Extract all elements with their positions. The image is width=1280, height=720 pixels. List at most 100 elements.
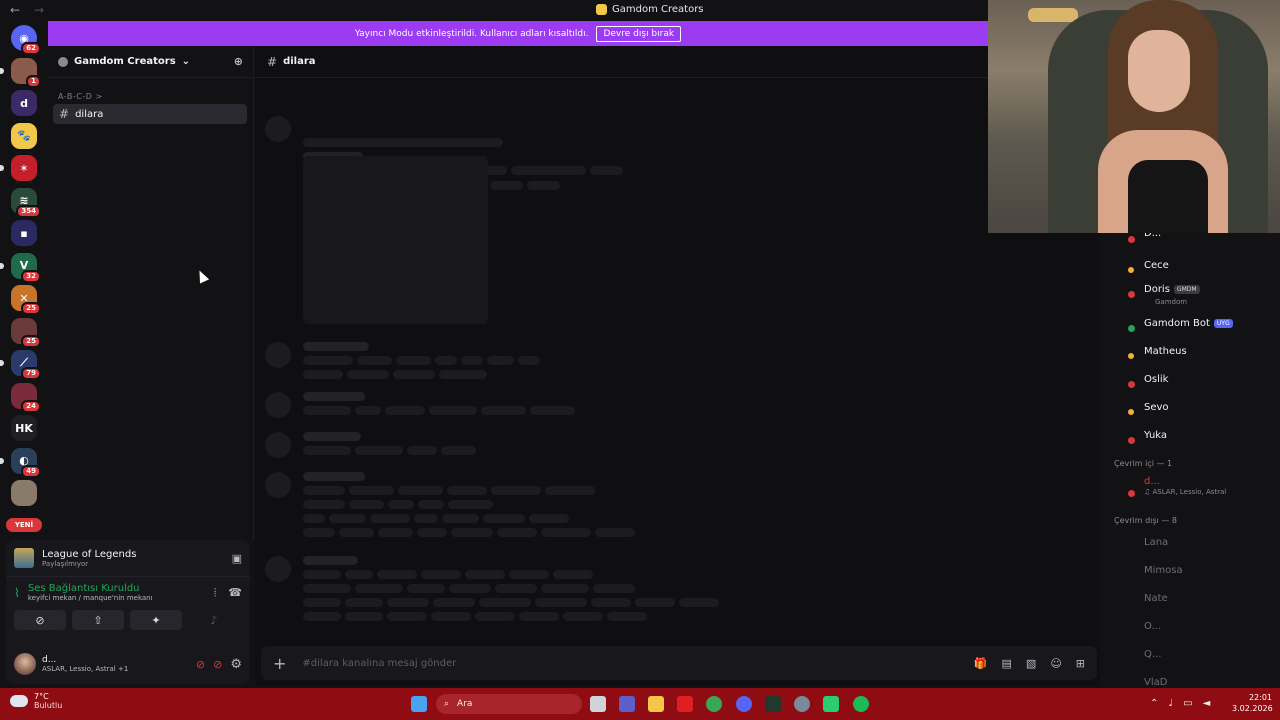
- file-explorer-icon[interactable]: [648, 696, 664, 712]
- discord-home-icon[interactable]: ◉ 62: [11, 25, 41, 55]
- hash-icon: #: [267, 54, 278, 69]
- activities-button[interactable]: ✦: [130, 610, 182, 630]
- chevron-up-icon[interactable]: ⌃: [1150, 698, 1158, 709]
- member-offline[interactable]: VlaD: [1144, 677, 1167, 688]
- back-arrow-icon[interactable]: ←: [10, 3, 20, 17]
- volume-icon[interactable]: ◄: [1203, 698, 1211, 709]
- taskbar-search[interactable]: ⌕ Ara: [436, 694, 582, 714]
- avatar[interactable]: [14, 653, 36, 675]
- mention-badge: 1: [26, 74, 41, 88]
- cloud-icon: [10, 695, 28, 707]
- deafened-icon[interactable]: ⊘: [213, 658, 222, 671]
- discord-taskbar-icon[interactable]: [736, 696, 752, 712]
- server-cross-icon[interactable]: ✕ 25: [11, 285, 41, 315]
- settings-gear-icon[interactable]: ⚙: [230, 657, 242, 672]
- server-avatar-3-icon[interactable]: 24: [11, 382, 41, 413]
- skeleton-line: [475, 612, 515, 621]
- microphone-icon[interactable]: ♩: [1168, 698, 1173, 709]
- guild-header[interactable]: Gamdom Creators ⌄ ⊕: [48, 46, 253, 78]
- gift-icon[interactable]: 🎁: [974, 657, 988, 670]
- skeleton-line: [451, 528, 493, 537]
- start-windows-icon[interactable]: [411, 696, 427, 712]
- teams-icon[interactable]: [619, 696, 635, 712]
- mention-badge: 24: [21, 399, 41, 413]
- hash-icon: #: [59, 107, 70, 121]
- member-cece[interactable]: Cece: [1144, 260, 1169, 271]
- clock[interactable]: 22:01 3.02.2026: [1232, 692, 1273, 714]
- temperature: 7°C: [34, 692, 49, 701]
- member-offline[interactable]: Nate: [1144, 593, 1168, 604]
- add-member-icon[interactable]: ⊕: [234, 55, 243, 68]
- channel-item-dilara[interactable]: # dilara: [53, 104, 247, 124]
- voice-status[interactable]: Ses Bağlantısı Kuruldu: [28, 583, 153, 594]
- noise-suppression-icon[interactable]: ⦙: [214, 586, 216, 600]
- server-hk-icon[interactable]: HK: [11, 415, 37, 441]
- member-offline[interactable]: O...: [1144, 621, 1161, 632]
- skeleton-line: [355, 446, 403, 455]
- member-gamdom-bot[interactable]: Gamdom Bot UYG: [1144, 318, 1233, 329]
- skeleton-line: [519, 612, 559, 621]
- apps-icon[interactable]: ⊞: [1076, 657, 1085, 670]
- soundboard-button[interactable]: ♪: [188, 610, 240, 630]
- server-folder-icon[interactable]: ▪: [11, 220, 37, 246]
- status-online-icon: [1128, 325, 1135, 332]
- member-oslik[interactable]: Oslik: [1144, 374, 1168, 385]
- member-matheus[interactable]: Matheus: [1144, 346, 1187, 357]
- server-paw-icon[interactable]: 🐾: [11, 122, 37, 149]
- member-offline[interactable]: Lana: [1144, 537, 1168, 548]
- status-dnd-icon: [1128, 437, 1135, 444]
- camera-off-button[interactable]: ⊘: [14, 610, 66, 630]
- sticker-icon[interactable]: ▧: [1026, 657, 1036, 670]
- server-valorant-icon[interactable]: V 32: [11, 252, 41, 283]
- skeleton-line: [303, 570, 341, 579]
- android-app-icon[interactable]: [823, 696, 839, 712]
- attach-plus-icon[interactable]: +: [273, 654, 286, 673]
- spotify-icon[interactable]: [853, 696, 869, 712]
- server-avatar-2-icon[interactable]: 25: [11, 317, 41, 348]
- skeleton-line: [509, 570, 549, 579]
- member-online-user[interactable]: d...: [1144, 476, 1160, 487]
- server-stone-icon[interactable]: [11, 480, 37, 506]
- member-offline[interactable]: Q...: [1144, 649, 1161, 660]
- settings-taskbar-icon[interactable]: [794, 696, 810, 712]
- disconnect-icon[interactable]: ☎: [228, 586, 242, 600]
- member-doris[interactable]: Doris GMDM: [1144, 284, 1200, 295]
- server-green-icon[interactable]: ≋ 354: [11, 187, 41, 218]
- chrome-icon[interactable]: [706, 696, 722, 712]
- emoji-icon[interactable]: ☺: [1050, 657, 1061, 670]
- display-icon[interactable]: ▭: [1183, 698, 1192, 709]
- server-red-icon[interactable]: ✶: [11, 155, 37, 181]
- task-view-icon[interactable]: [590, 696, 606, 712]
- message-composer[interactable]: + #dilara kanalına mesaj gönder 🎁 ▤ ▧ ☺ …: [261, 646, 1097, 680]
- forward-arrow-icon[interactable]: →: [34, 3, 44, 17]
- skeleton-avatar: [265, 392, 291, 418]
- signal-icon[interactable]: ⌇: [14, 586, 20, 600]
- member-sevo[interactable]: Sevo: [1144, 402, 1169, 413]
- message-input[interactable]: #dilara kanalına mesaj gönder: [302, 658, 957, 669]
- skeleton-line: [421, 570, 461, 579]
- server-swirl-icon[interactable]: ◐ 49: [11, 447, 41, 478]
- league-icon[interactable]: [765, 696, 781, 712]
- youtube-icon[interactable]: [677, 696, 693, 712]
- new-badge[interactable]: YENİ: [6, 518, 42, 532]
- mention-badge: 62: [21, 42, 41, 55]
- skeleton-line: [355, 584, 403, 593]
- member-offline[interactable]: Mimosa: [1144, 565, 1183, 576]
- taskbar: 7°C Bulutlu ⌕ Ara ⌃ ♩ ▭ ◄ 22:01 3.02.202…: [0, 688, 1280, 720]
- skeleton-line: [303, 406, 351, 415]
- gif-icon[interactable]: ▤: [1002, 657, 1012, 670]
- skeleton-line: [545, 486, 595, 495]
- server-avatar-1-icon[interactable]: 1: [11, 57, 41, 88]
- screen-share-icon[interactable]: ▣: [232, 552, 242, 565]
- member-yuka[interactable]: Yuka: [1144, 430, 1167, 441]
- weather-widget[interactable]: 7°C Bulutlu: [10, 692, 62, 710]
- streamer-mode-banner: Yayıncı Modu etkinleştirildi. Kullanıcı …: [48, 21, 988, 46]
- disable-streamer-mode-button[interactable]: Devre dışı bırak: [596, 25, 682, 42]
- skeleton-line: [529, 514, 569, 523]
- share-screen-button[interactable]: ⇧: [72, 610, 124, 630]
- channel-category[interactable]: A-B-C-D >: [58, 92, 253, 101]
- mic-muted-icon[interactable]: ⊘: [196, 658, 205, 671]
- server-lol-icon[interactable]: ⟋ 79: [11, 350, 41, 380]
- member-subtext: ♫ ASLAR, Lessio, Astral: [1144, 488, 1227, 496]
- server-d-icon[interactable]: d: [11, 90, 37, 116]
